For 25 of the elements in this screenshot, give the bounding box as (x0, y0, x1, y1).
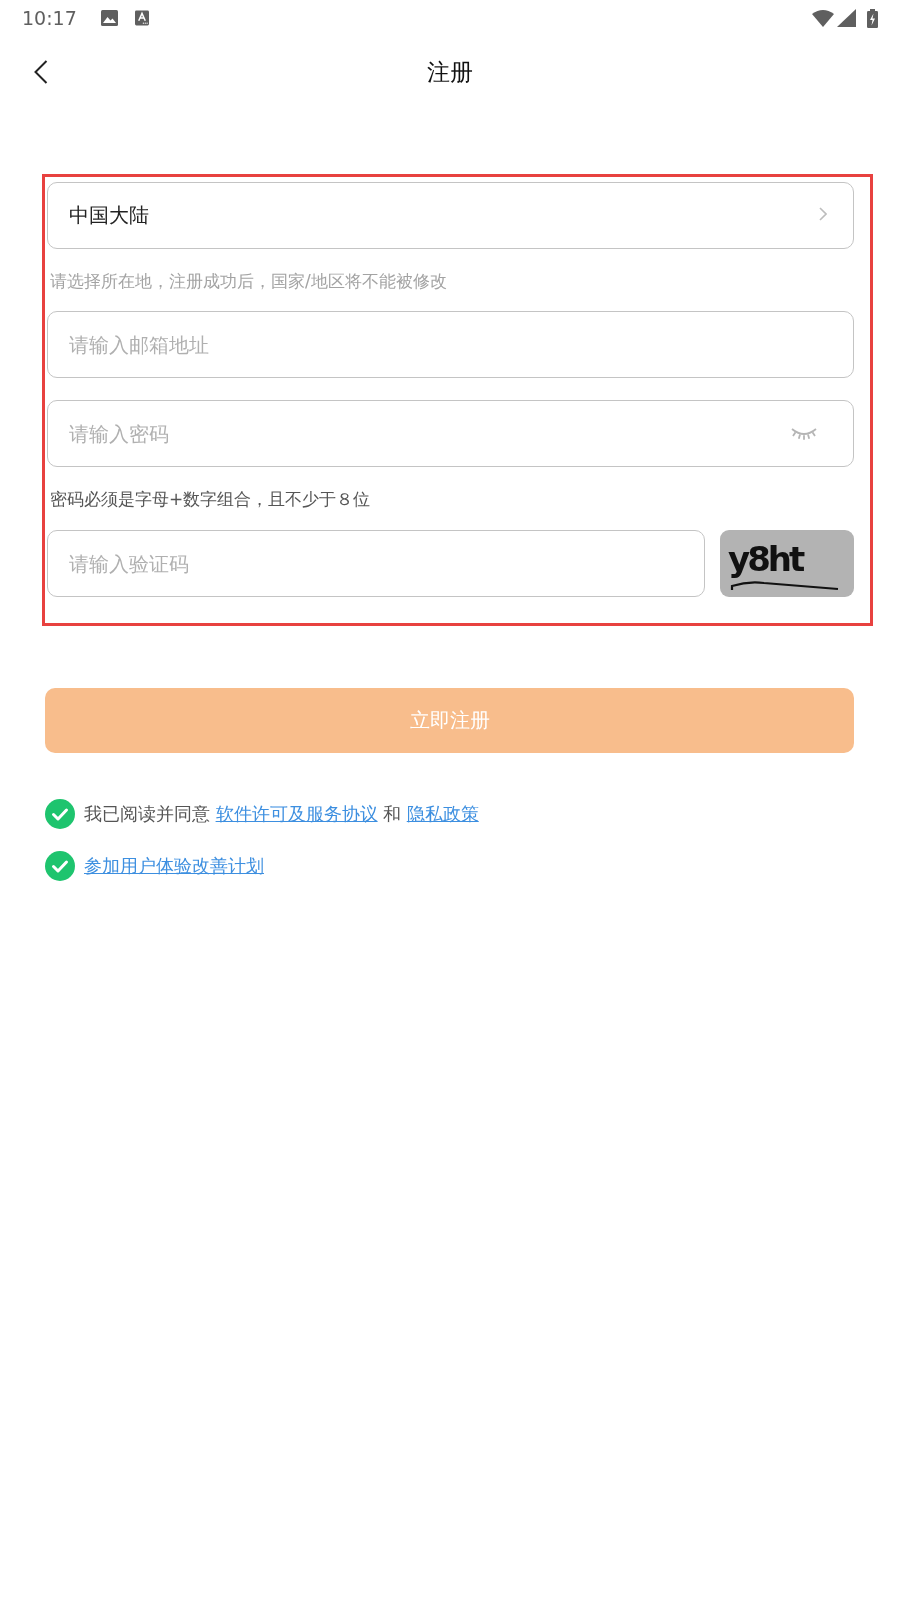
captcha-image[interactable]: y8ht (720, 530, 854, 597)
eye-closed-icon[interactable] (790, 426, 818, 441)
agreement-link[interactable]: 软件许可及服务协议 (215, 804, 378, 824)
back-icon[interactable] (34, 60, 48, 84)
password-field[interactable]: 请输入密码 (47, 400, 854, 467)
signal-icon (837, 9, 856, 27)
region-hint: 请选择所在地，注册成功后，国家/地区将不能被修改 (49, 270, 448, 293)
chevron-right-icon (819, 206, 827, 221)
captcha-code: y8ht (728, 537, 803, 581)
text-tile-icon (134, 10, 149, 26)
checkbox-checked-icon[interactable] (45, 799, 75, 829)
agreement-link[interactable]: 隐私政策 (406, 804, 479, 824)
agreement-link[interactable]: 参加用户体验改善计划 (84, 854, 264, 878)
captcha-field[interactable]: 请输入验证码 (47, 530, 705, 597)
password-hint: 密码必须是字母+数字组合，且不少于８位 (49, 488, 372, 511)
image-icon (100, 10, 118, 26)
battery-icon (867, 8, 878, 28)
page-title: 注册 (427, 57, 473, 87)
checkbox-checked-icon[interactable] (45, 851, 75, 881)
region-select[interactable]: 中国大陆 (47, 182, 854, 249)
noise-line-icon (728, 580, 840, 591)
agreement-text: 我已阅读并同意 软件许可及服务协议 和 隐私政策 (84, 803, 479, 826)
status-time: 10:17 (22, 7, 77, 29)
wifi-icon (812, 9, 834, 27)
email-field[interactable]: 请输入邮箱地址 (47, 311, 854, 378)
